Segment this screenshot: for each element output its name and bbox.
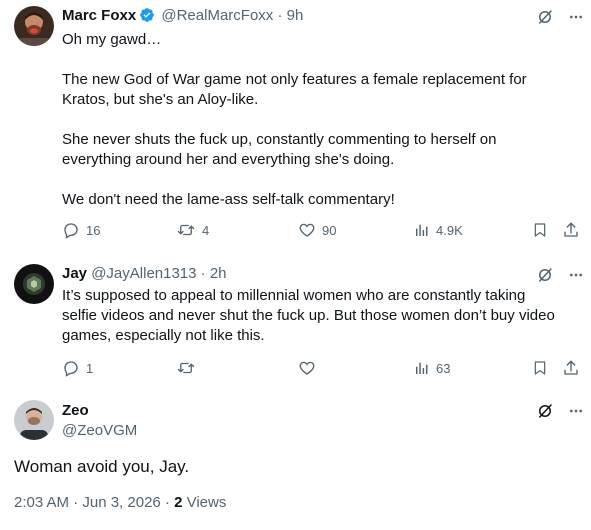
- reply-icon: [62, 359, 80, 377]
- tweet-jay[interactable]: Jay @JayAllen1313 · 2h It’s supposed to …: [0, 252, 591, 388]
- share-button[interactable]: [562, 220, 580, 240]
- reply-count: 1: [86, 360, 94, 376]
- more-icon[interactable]: [568, 403, 584, 424]
- reply-count: 16: [86, 222, 101, 238]
- author-handle[interactable]: @RealMarcFoxx: [161, 7, 273, 24]
- grok-icon[interactable]: [536, 8, 554, 31]
- reply-button[interactable]: 1: [62, 358, 93, 378]
- author-name[interactable]: Marc Foxx: [62, 7, 136, 24]
- repost-button[interactable]: 4: [176, 220, 209, 240]
- repost-button[interactable]: [176, 358, 196, 378]
- author-name[interactable]: Jay: [62, 265, 87, 282]
- author-handle[interactable]: @JayAllen1313: [91, 265, 196, 282]
- post-time[interactable]: 2h: [210, 265, 227, 282]
- repost-icon: [176, 359, 196, 377]
- like-button[interactable]: 90: [298, 220, 336, 240]
- separator: ·: [277, 7, 283, 24]
- share-icon: [562, 359, 580, 377]
- grok-icon[interactable]: [536, 402, 554, 425]
- views-count: 4.9K: [436, 222, 463, 238]
- like-button[interactable]: [298, 358, 316, 378]
- more-icon[interactable]: [568, 267, 584, 288]
- repost-count: 4: [202, 222, 210, 238]
- reply-button[interactable]: 16: [62, 220, 100, 240]
- bookmark-button[interactable]: [532, 220, 548, 240]
- author-name[interactable]: Zeo: [62, 402, 89, 419]
- share-button[interactable]: [562, 358, 580, 378]
- heart-icon: [298, 221, 316, 239]
- main-tweet-text: Woman avoid you, Jay.: [14, 457, 190, 476]
- verified-badge-icon: [139, 7, 155, 29]
- avatar[interactable]: [14, 264, 54, 304]
- bookmark-icon: [532, 359, 548, 377]
- analytics-icon: [414, 221, 430, 239]
- tweet-marc-foxx[interactable]: Marc Foxx @RealMarcFoxx · 9h Oh my gawd……: [0, 0, 591, 252]
- views-label: Views: [182, 494, 227, 511]
- separator: ·: [200, 265, 206, 282]
- like-count: 90: [322, 222, 337, 238]
- tweet-meta: 2:03 AM · Jun 3, 2026 · 2 Views: [14, 494, 226, 511]
- views-button[interactable]: 63: [414, 358, 450, 378]
- post-time[interactable]: 9h: [287, 7, 304, 24]
- repost-icon: [176, 221, 196, 239]
- heart-icon: [298, 359, 316, 377]
- avatar[interactable]: [14, 400, 54, 440]
- bookmark-button[interactable]: [532, 358, 548, 378]
- views-count: 63: [436, 360, 451, 376]
- more-icon[interactable]: [568, 9, 584, 30]
- avatar[interactable]: [14, 6, 54, 46]
- bookmark-icon: [532, 221, 548, 239]
- tweet-text: Oh my gawd… The new God of War game not …: [62, 31, 527, 208]
- tweet-text: It’s supposed to appeal to millennial wo…: [62, 287, 555, 344]
- reply-icon: [62, 221, 80, 239]
- author-handle[interactable]: @ZeoVGM: [62, 422, 137, 439]
- timestamp[interactable]: 2:03 AM · Jun 3, 2026 ·: [14, 494, 174, 511]
- analytics-icon: [414, 359, 430, 377]
- share-icon: [562, 221, 580, 239]
- views-button[interactable]: 4.9K: [414, 220, 463, 240]
